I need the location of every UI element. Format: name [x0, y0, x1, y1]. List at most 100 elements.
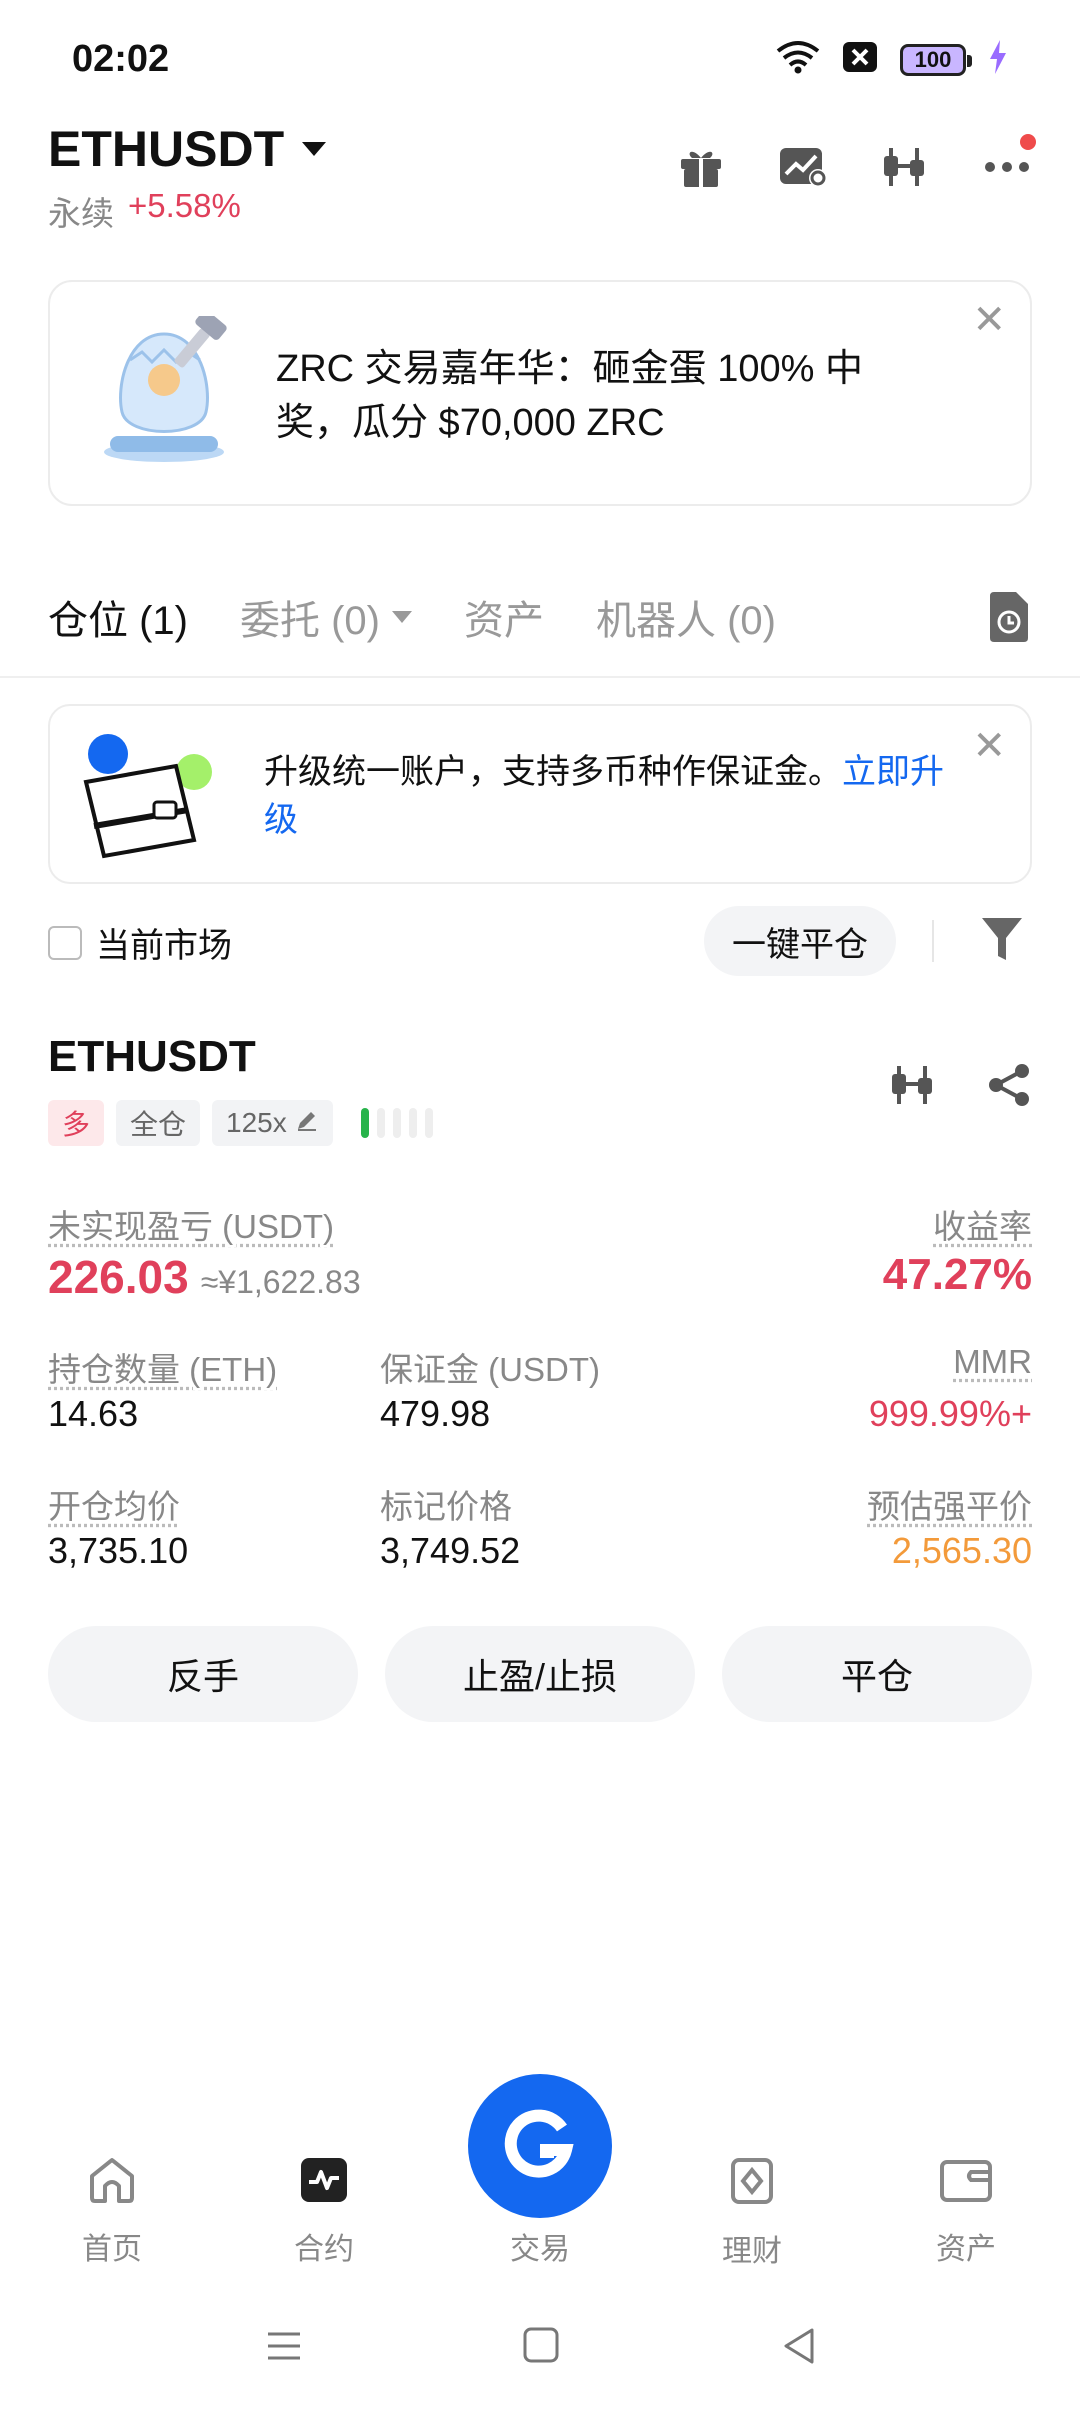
close-banner-icon[interactable]: ✕	[972, 300, 1006, 340]
position-tags: 多 全仓 125x	[48, 1100, 433, 1146]
adl-bar	[424, 1108, 433, 1138]
notification-dot	[1020, 134, 1036, 150]
edit-icon	[295, 1107, 319, 1139]
gift-icon[interactable]	[676, 142, 726, 192]
charging-icon	[988, 40, 1008, 79]
liq-price-label[interactable]: 预估强平价	[867, 1480, 1032, 1528]
mark-price-value: 3,749.52	[380, 1530, 521, 1571]
trade-logo-icon	[500, 2104, 580, 2189]
wallet-icon	[939, 2156, 993, 2212]
unrealized-pnl: 226.03 ≈¥1,622.83	[48, 1250, 361, 1304]
share-icon[interactable]	[986, 1062, 1032, 1113]
entry-price-label[interactable]: 开仓均价	[48, 1480, 180, 1528]
position-actions	[890, 1062, 1032, 1113]
chart-settings-icon[interactable]	[778, 142, 828, 192]
margin-value: 479.98	[380, 1393, 491, 1434]
candlestick-icon[interactable]	[890, 1062, 936, 1113]
margin-mode-tag[interactable]: 全仓	[116, 1100, 201, 1146]
tpsl-button[interactable]: 止盈/止损	[385, 1626, 695, 1722]
trade-fab-button[interactable]	[468, 2074, 612, 2218]
promo-text: ZRC 交易嘉年华：砸金蛋 100% 中奖，瓜分 $70,000 ZRC	[276, 348, 863, 444]
tab-label: 机器人 (0)	[596, 599, 776, 643]
adl-indicator	[360, 1108, 433, 1138]
current-market-label: 当前市场	[96, 927, 232, 965]
earn-icon	[727, 2156, 777, 2214]
symbol-title: ETHUSDT	[48, 121, 285, 177]
menu-icon[interactable]	[264, 2326, 304, 2371]
bottom-nav: 首页 合约 交易 理财 资产	[0, 2066, 1080, 2268]
roe-value: 47.27%	[882, 1250, 1032, 1299]
entry-price-value: 3,735.10	[48, 1530, 189, 1571]
symbol-subtitle: 永续 +5.58%	[48, 187, 241, 235]
filter-divider	[932, 920, 934, 962]
more-icon[interactable]	[982, 134, 1036, 192]
adl-bar	[360, 1108, 369, 1138]
status-icons: 100	[776, 40, 1008, 79]
adl-bar	[392, 1108, 401, 1138]
current-market-filter[interactable]: 当前市场	[48, 918, 232, 967]
position-action-buttons: 反手 止盈/止损 平仓	[48, 1626, 1032, 1722]
notice-message: 升级统一账户，支持多币种作保证金。	[264, 753, 842, 791]
nav-assets[interactable]: 资产	[896, 2156, 1036, 2268]
nav-futures[interactable]: 合约	[254, 2156, 394, 2268]
unrealized-pnl-cny: ≈¥1,622.83	[200, 1264, 361, 1300]
reverse-button[interactable]: 反手	[48, 1626, 358, 1722]
adl-bar	[376, 1108, 385, 1138]
battery-indicator: 100	[900, 43, 972, 76]
close-position-button[interactable]: 平仓	[722, 1626, 1032, 1722]
size-value: 14.63	[48, 1393, 139, 1434]
size-label[interactable]: 持仓数量 (ETH)	[48, 1343, 277, 1391]
home-icon	[87, 2156, 137, 2212]
tab-assets[interactable]: 资产	[464, 588, 544, 646]
adl-bar	[408, 1108, 417, 1138]
tab-label: 资产	[464, 599, 544, 643]
nav-label: 资产	[936, 2233, 996, 2266]
mmr-value: 999.99%+	[868, 1393, 1032, 1434]
notice-text: 升级统一账户，支持多币种作保证金。立即升级	[264, 748, 964, 844]
home-square-icon[interactable]	[522, 2326, 560, 2369]
promo-banner[interactable]: ZRC 交易嘉年华：砸金蛋 100% 中奖，瓜分 $70,000 ZRC ✕	[48, 280, 1032, 506]
tab-positions[interactable]: 仓位 (1)	[48, 588, 188, 646]
current-market-checkbox[interactable]	[48, 925, 82, 960]
position-symbol: ETHUSDT	[48, 1032, 256, 1081]
status-time: 02:02	[72, 38, 170, 80]
system-nav-bar	[0, 2310, 1080, 2390]
symbol-selector[interactable]: ETHUSDT	[48, 120, 327, 178]
nav-label: 合约	[294, 2233, 354, 2266]
tab-label: 仓位 (1)	[48, 599, 188, 643]
tab-bots[interactable]: 机器人 (0)	[596, 588, 776, 646]
margin-label: 保证金 (USDT)	[380, 1351, 600, 1388]
upgrade-notice: 升级统一账户，支持多币种作保证金。立即升级 ✕	[48, 704, 1032, 884]
history-document-icon[interactable]	[986, 592, 1032, 647]
side-tag: 多	[48, 1100, 105, 1146]
mark-price-label: 标记价格	[380, 1488, 512, 1525]
header-actions	[676, 134, 1036, 192]
nav-label: 首页	[82, 2233, 142, 2266]
unrealized-pnl-value: 226.03	[48, 1251, 189, 1303]
nav-earn[interactable]: 理财	[682, 2156, 822, 2270]
unrealized-pnl-label[interactable]: 未实现盈亏 (USDT)	[48, 1200, 334, 1248]
wifi-icon	[776, 40, 820, 79]
filter-icon[interactable]	[980, 916, 1024, 969]
nav-label: 理财	[722, 2235, 782, 2268]
golden-egg-icon	[100, 310, 240, 471]
roe-label[interactable]: 收益率	[933, 1200, 1032, 1248]
liq-price-value: 2,565.30	[891, 1530, 1032, 1571]
mmr-label[interactable]: MMR	[953, 1343, 1032, 1381]
notification-x-icon	[842, 41, 878, 78]
price-change: +5.58%	[128, 187, 241, 224]
position-tabs: 仓位 (1) 委托 (0) 资产 机器人 (0)	[48, 588, 1032, 646]
futures-icon	[299, 2156, 349, 2212]
close-all-button[interactable]: 一键平仓	[704, 906, 896, 976]
wallet-illustration-icon	[76, 732, 216, 867]
tabs-divider	[0, 676, 1080, 678]
tab-orders[interactable]: 委托 (0)	[240, 588, 412, 646]
leverage-tag[interactable]: 125x	[212, 1100, 333, 1146]
candlestick-icon[interactable]	[880, 142, 930, 192]
back-icon[interactable]	[780, 2326, 820, 2371]
nav-trade-label[interactable]: 交易	[468, 2224, 612, 2268]
close-notice-icon[interactable]: ✕	[972, 726, 1006, 766]
nav-home[interactable]: 首页	[42, 2156, 182, 2268]
chevron-down-icon	[392, 611, 412, 623]
tab-label: 委托 (0)	[240, 599, 380, 643]
